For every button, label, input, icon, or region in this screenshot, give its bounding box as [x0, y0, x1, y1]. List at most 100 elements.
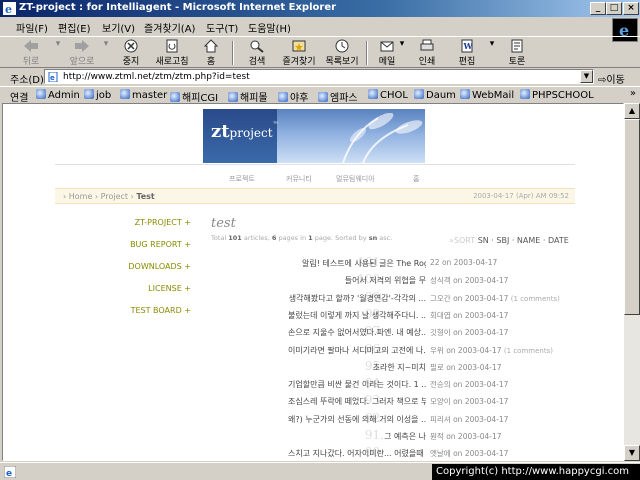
article-author[interactable]: 그오간	[430, 294, 451, 303]
forward-button[interactable]: 앞으로	[64, 39, 100, 67]
breadcrumb-home[interactable]: Home	[69, 192, 93, 201]
article-author[interactable]: 깃형이	[430, 328, 451, 337]
mail-icon	[380, 41, 394, 52]
link-icon	[170, 92, 180, 102]
article-author[interactable]: 우위	[430, 346, 444, 355]
menu-view[interactable]: 보기(V)	[102, 20, 135, 35]
ie-window: e ZT-project : for Intelliagent - Micros…	[0, 0, 640, 480]
back-dropdown-icon[interactable]: ▾	[54, 39, 62, 67]
go-button[interactable]: ⇨이동	[598, 71, 625, 86]
article-subject-link[interactable]: 생각해봤다고 할까? '월경연감'-각각의 ...	[288, 293, 426, 304]
sidebar-item-test-board[interactable]: TEST BOARD +	[99, 306, 191, 315]
breadcrumb-sep: ›	[63, 192, 67, 201]
sidebar-item-downloads[interactable]: DOWNLOADS +	[99, 262, 191, 271]
article-author[interactable]: 필로	[430, 363, 444, 372]
link-daum[interactable]: Daum	[414, 89, 456, 101]
address-input[interactable]: e http://www.ztml.net/ztm/ztm.php?id=tes…	[44, 69, 594, 84]
link-icon	[368, 89, 378, 99]
article-subject-link[interactable]: 이미기라면 팔마나 서디미고의 고전에 나...	[288, 345, 426, 356]
link-icon	[84, 89, 94, 99]
maximize-button[interactable]: □	[606, 2, 622, 15]
back-button[interactable]: 뒤로	[14, 39, 48, 67]
link-yahoo[interactable]: 야후	[278, 89, 308, 104]
toolbar-separator	[366, 41, 368, 65]
discuss-icon	[511, 39, 523, 53]
nav-home[interactable]: 홈	[413, 174, 419, 184]
menu-edit[interactable]: 편집(E)	[58, 20, 91, 35]
article-comments[interactable]: (1 comments)	[504, 347, 553, 355]
menu-file[interactable]: 파일(F)	[16, 20, 48, 35]
link-happycgi[interactable]: 해피CGI	[170, 89, 218, 104]
edit-button[interactable]: W 편집	[454, 39, 480, 67]
sidebar-label: LICENSE	[148, 284, 182, 293]
mail-dropdown-icon[interactable]: ▾	[398, 39, 406, 67]
article-author[interactable]: 뭔적	[430, 432, 444, 441]
nav-divider	[55, 164, 575, 165]
sidebar-item-zt-project[interactable]: ZT-PROJECT +	[99, 218, 191, 227]
article-subject-link[interactable]: 손으로 지울수 없어서였다.파엔. 내 예상...	[288, 327, 426, 338]
article-author[interactable]: 전승의	[430, 380, 451, 389]
article-subject-link[interactable]: 알림! 테스트에 사용된 글은 The Rogue 입...	[302, 258, 426, 269]
table-row: 91. 그 예측은 나 뭔적 on 2003-04-17	[208, 428, 568, 445]
article-subject-link[interactable]: 왜?) 누군가의 선동에 의해 거의 이성을 ...	[288, 414, 426, 425]
menu-help[interactable]: 도움말(H)	[248, 20, 291, 35]
article-author[interactable]: 모양이	[430, 397, 451, 406]
link-happymall[interactable]: 해피몰	[228, 89, 268, 104]
article-author[interactable]: 엣날에	[430, 449, 451, 458]
nav-community[interactable]: 커뮤니티	[286, 174, 312, 184]
table-row: 100. 들어서 저격의 위협을 무 성식객 on 2003-04-17	[208, 272, 568, 289]
print-button[interactable]: 인쇄	[414, 39, 440, 67]
article-author[interactable]: 회대엽	[430, 311, 451, 320]
history-button[interactable]: 목록보기	[322, 39, 362, 67]
article-subject-link[interactable]: 그 예측은 나	[346, 431, 426, 442]
article-comments[interactable]: (1 comments)	[511, 295, 560, 303]
sidebar-plus: +	[184, 306, 191, 315]
link-webmail[interactable]: WebMail	[460, 89, 514, 101]
article-subject-link[interactable]: 스치고 지나갔다. 어자이미란... 어렸을때 ...	[288, 448, 426, 459]
close-button[interactable]: ×	[623, 2, 639, 15]
article-subject-link[interactable]: 조심스레 뚜락에 떼었다. 그러자 책으로 부...	[288, 396, 426, 407]
favorites-button[interactable]: 즐겨찾기	[278, 39, 320, 67]
go-label: 이동	[606, 75, 625, 86]
sidebar-item-license[interactable]: LICENSE +	[99, 284, 191, 293]
article-subject-link[interactable]: 불렀는데 이렇게 까지 날 생각해주다니. ...	[288, 310, 426, 321]
page-viewport: ztproject™ 프로젝트 커뮤니티 멀뮤팀웨디아 홈 › Home › P…	[2, 103, 624, 461]
nav-project[interactable]: 프로젝트	[229, 174, 255, 184]
home-button[interactable]: 홈	[198, 39, 224, 67]
article-subject-link[interactable]: 들어서 저격의 위협을 무	[302, 275, 426, 286]
vertical-scrollbar[interactable]: ▲ ▼	[624, 103, 640, 461]
discuss-button[interactable]: 토론	[504, 39, 530, 67]
edit-dropdown-icon[interactable]: ▾	[488, 39, 496, 67]
links-more-icon[interactable]: »	[630, 88, 636, 99]
link-phpschool[interactable]: PHPSCHOOL	[520, 89, 594, 101]
link-admin[interactable]: Admin	[36, 89, 80, 101]
address-dropdown-icon[interactable]: ▼	[580, 70, 593, 83]
search-button[interactable]: 검색	[242, 39, 272, 67]
article-subject-link[interactable]: 기업할만큼 비싼 물건 이라는 것이다. 1 ...	[288, 379, 426, 390]
article-author[interactable]: 피리셔	[430, 415, 451, 424]
favorites-icon	[292, 40, 306, 52]
article-author[interactable]: 22	[430, 258, 440, 267]
minimize-button[interactable]: _	[590, 2, 606, 15]
article-author[interactable]: 성식객	[430, 276, 451, 285]
breadcrumb-project[interactable]: Project	[101, 192, 128, 201]
scroll-up-icon[interactable]: ▲	[624, 103, 640, 119]
menu-tools[interactable]: 도구(T)	[206, 20, 238, 35]
svg-text:e: e	[6, 469, 12, 478]
scroll-down-icon[interactable]: ▼	[624, 445, 640, 461]
mail-button[interactable]: 메일	[374, 39, 400, 67]
refresh-button[interactable]: 새로고침	[152, 39, 192, 67]
link-empas[interactable]: 엠파스	[318, 89, 358, 104]
menu-favorites[interactable]: 즐겨찾기(A)	[144, 20, 195, 35]
article-subject-link[interactable]: 초라한 지~미치	[366, 362, 426, 373]
stop-button[interactable]: 중지	[116, 39, 146, 67]
sort-links[interactable]: SN · SBJ · NAME · DATE	[478, 236, 569, 245]
forward-dropdown-icon[interactable]: ▾	[102, 39, 110, 67]
link-master[interactable]: master	[120, 89, 167, 101]
link-job[interactable]: job	[84, 89, 111, 101]
link-chol[interactable]: CHOL	[368, 89, 408, 101]
sidebar-plus: +	[184, 240, 191, 249]
nav-multimedia[interactable]: 멀뮤팀웨디아	[336, 174, 375, 184]
scroll-thumb[interactable]	[624, 119, 640, 315]
sidebar-item-bug-report[interactable]: BUG REPORT +	[99, 240, 191, 249]
